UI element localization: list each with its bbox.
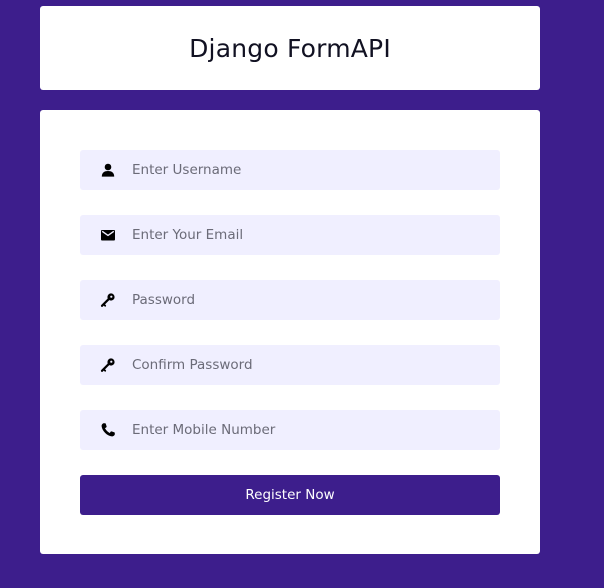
email-input[interactable]: [132, 215, 490, 255]
envelope-icon: [100, 227, 116, 243]
mobile-number-input[interactable]: [132, 410, 490, 450]
registration-form: Register Now: [40, 110, 540, 554]
key-icon: [100, 357, 116, 373]
mobile-field-container: [80, 410, 500, 450]
phone-icon: [100, 422, 116, 438]
confirm-password-field-container: [80, 345, 500, 385]
password-input[interactable]: [132, 280, 490, 320]
register-now-button[interactable]: Register Now: [80, 475, 500, 515]
user-icon: [100, 162, 116, 178]
confirm-password-input[interactable]: [132, 345, 490, 385]
email-field-container: [80, 215, 500, 255]
password-field-container: [80, 280, 500, 320]
header-card: Django FormAPI: [40, 6, 540, 90]
username-input[interactable]: [132, 150, 490, 190]
page-title: Django FormAPI: [189, 33, 391, 63]
key-icon: [100, 292, 116, 308]
username-field-container: [80, 150, 500, 190]
